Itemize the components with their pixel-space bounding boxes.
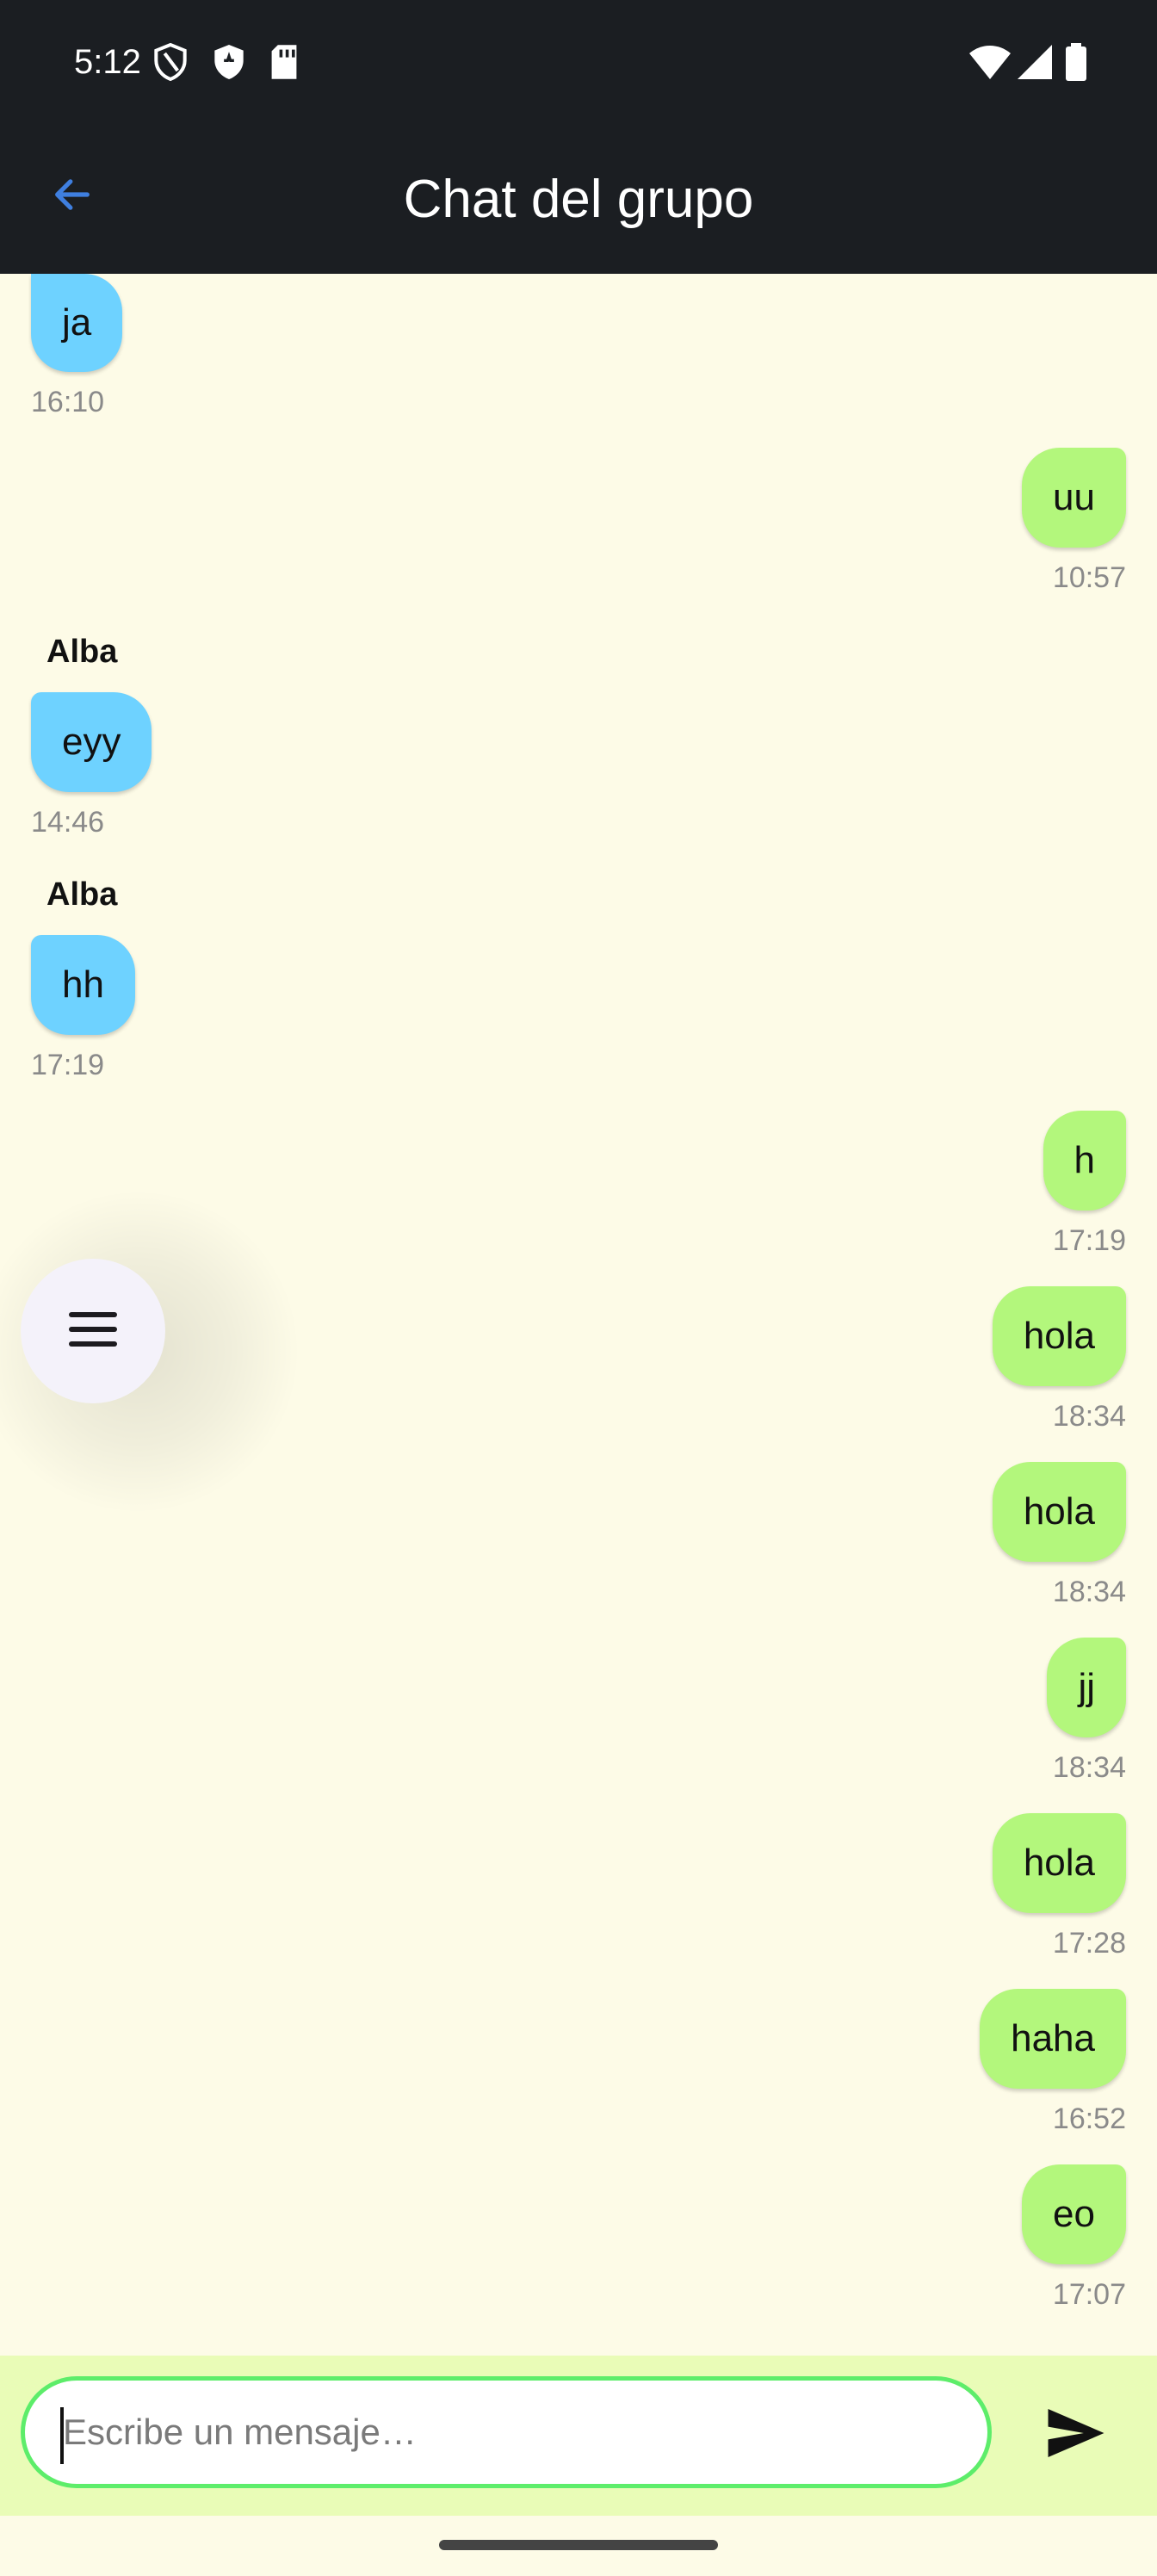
message-text: haha	[980, 1989, 1126, 2089]
message-time: 18:34	[1052, 1576, 1126, 1608]
message-time: 18:34	[1052, 1751, 1126, 1784]
message-time: 18:34	[1052, 1400, 1126, 1433]
menu-button[interactable]	[21, 1259, 165, 1403]
message-text: jj	[1047, 1638, 1126, 1737]
battery-icon	[1064, 43, 1088, 81]
message-bubble-incoming[interactable]: ja	[31, 274, 123, 372]
message-text: hola	[992, 1813, 1126, 1913]
message-time: 17:19	[1052, 1224, 1126, 1257]
text-caret	[60, 2407, 64, 2464]
message-text: ja	[31, 274, 123, 372]
status-bar: 5:12	[0, 0, 1157, 129]
message-bubble-outgoing[interactable]: hola	[992, 1462, 1126, 1562]
message-time: 10:57	[1052, 561, 1126, 594]
message-time: 17:19	[31, 1049, 105, 1081]
privacy-shield-outline-icon	[153, 42, 188, 82]
gesture-nav-bar[interactable]	[439, 2540, 718, 2550]
sender-name: Alba	[46, 876, 118, 913]
message-text: eyy	[31, 692, 152, 792]
message-bubble-incoming[interactable]: eyy	[31, 692, 152, 792]
message-bubble-outgoing[interactable]: h	[1043, 1111, 1126, 1211]
message-text: hola	[992, 1286, 1126, 1386]
message-time: 17:07	[1052, 2278, 1126, 2311]
message-bubble-outgoing[interactable]: hola	[992, 1286, 1126, 1386]
message-bubble-outgoing[interactable]: haha	[980, 1989, 1126, 2089]
send-icon	[1045, 2406, 1107, 2464]
message-bubble-outgoing[interactable]: hola	[992, 1813, 1126, 1913]
message-text: hh	[31, 935, 135, 1035]
shield-icon	[212, 43, 246, 81]
message-text: uu	[1022, 448, 1126, 548]
sd-card-icon	[269, 43, 303, 81]
message-bubble-outgoing[interactable]: eo	[1022, 2164, 1126, 2264]
status-time: 5:12	[74, 43, 141, 81]
message-text: hola	[992, 1462, 1126, 1562]
message-time: 16:52	[1052, 2102, 1126, 2135]
hamburger-menu-icon	[67, 1310, 119, 1353]
message-input[interactable]	[63, 2381, 958, 2484]
message-text: eo	[1022, 2164, 1126, 2264]
message-input-container[interactable]	[21, 2376, 992, 2488]
message-text: h	[1043, 1111, 1126, 1211]
message-time: 17:28	[1052, 1927, 1126, 1960]
page-title: Chat del grupo	[403, 170, 754, 229]
cellular-signal-icon	[1016, 43, 1054, 81]
send-button[interactable]	[1033, 2392, 1119, 2478]
sender-name: Alba	[46, 634, 118, 670]
wifi-icon	[968, 43, 1012, 81]
message-bubble-outgoing[interactable]: jj	[1047, 1638, 1126, 1737]
message-time: 14:46	[31, 806, 105, 839]
message-bubble-outgoing[interactable]: uu	[1022, 448, 1126, 548]
message-bubble-incoming[interactable]: hh	[31, 935, 135, 1035]
message-time: 16:10	[31, 386, 105, 418]
